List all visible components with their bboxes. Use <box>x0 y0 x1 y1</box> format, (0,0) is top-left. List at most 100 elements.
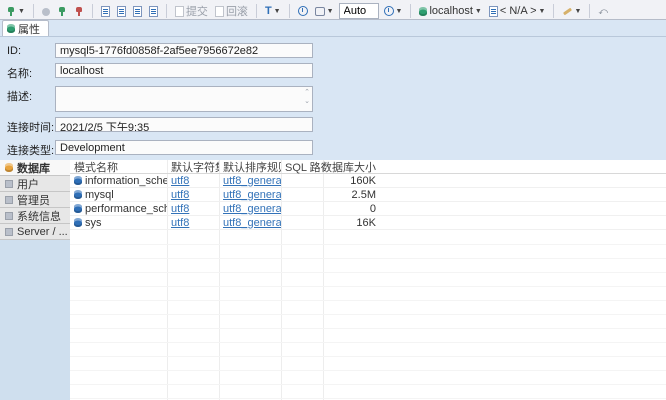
charset-link[interactable]: utf8 <box>171 189 189 201</box>
editor-body: 属性 ID: mysql5-1776fd0858f-2af5ee7956672e… <box>0 19 666 400</box>
toolbar-separator <box>92 4 93 18</box>
form-row-description: 描述: ⌃ ⌄ <box>7 86 666 112</box>
sync-button[interactable] <box>296 5 310 17</box>
schema-icon <box>74 218 82 227</box>
column-db-size[interactable]: 数据库大小 <box>323 160 380 174</box>
chevron-down-icon[interactable]: ▼ <box>327 8 334 15</box>
recent-sql-button[interactable] <box>147 5 160 18</box>
grid-row-sys[interactable]: sys utf8 utf8_general_ 16K <box>70 216 666 230</box>
schema-name: performance_schema <box>85 203 167 215</box>
sql-path-cell <box>281 216 323 230</box>
form-row-name: 名称: localhost <box>7 63 666 81</box>
scroll-up-icon[interactable]: ⌃ <box>304 88 310 97</box>
category-label: 用户 <box>17 176 39 192</box>
column-sql-path[interactable]: SQL 路径 <box>281 160 323 174</box>
rollback-icon <box>215 6 224 17</box>
editor-subtabs: 属性 <box>0 20 666 37</box>
users-icon <box>5 180 13 188</box>
chevron-down-icon[interactable]: ▼ <box>274 8 281 15</box>
sql-path-cell <box>281 188 323 202</box>
sysinfo-icon <box>5 212 13 220</box>
open-sql-script-button[interactable] <box>131 5 144 18</box>
grid-row-performance-schema[interactable]: performance_schema utf8 utf8_general_ 0 <box>70 202 666 216</box>
scroll-down-icon[interactable]: ⌄ <box>304 97 310 106</box>
network-button[interactable]: ▼ <box>313 6 336 17</box>
db-size-cell: 16K <box>323 216 380 230</box>
connect-button[interactable] <box>55 5 69 18</box>
timer-button[interactable]: ▼ <box>382 5 405 17</box>
auto-commit-input[interactable] <box>344 5 374 17</box>
scroll-arrows[interactable]: ⌃ ⌄ <box>304 88 310 106</box>
category-databases[interactable]: 数据库 <box>0 160 70 176</box>
collation-link[interactable]: utf8_general_ <box>223 175 281 187</box>
clock-icon <box>298 6 308 16</box>
commit-label: 提交 <box>186 3 208 19</box>
category-sidebar: 数据库 用户 管理员 系统信息 <box>0 160 70 400</box>
tab-properties[interactable]: 属性 <box>2 20 49 36</box>
column-default-collation[interactable]: 默认排序规则 <box>219 160 281 174</box>
schema-icon <box>489 6 498 17</box>
chevron-down-icon[interactable]: ▼ <box>18 8 25 15</box>
description-label: 描述: <box>7 86 55 104</box>
disconnect-button[interactable] <box>72 5 86 18</box>
toolbar-separator <box>256 4 257 18</box>
category-label: 系统信息 <box>17 208 61 224</box>
toolbar-separator <box>166 4 167 18</box>
new-connection-button[interactable]: ▼ <box>4 5 27 18</box>
pin-connection-button[interactable] <box>40 6 52 16</box>
connect-time-label: 连接时间: <box>7 117 55 135</box>
toolbar-separator <box>553 4 554 18</box>
category-sidebar-fill <box>0 240 70 400</box>
chevron-down-icon[interactable]: ▼ <box>475 8 482 15</box>
rollback-button[interactable]: 回滚 <box>213 2 250 20</box>
timer-icon <box>384 6 394 16</box>
chevron-down-icon[interactable]: ▼ <box>574 8 581 15</box>
column-schema-name[interactable]: 模式名称 <box>70 160 167 174</box>
databases-grid: 模式名称 默认字符集 默认排序规则 SQL 路径 数据库大小 informati… <box>70 160 666 400</box>
category-admins[interactable]: 管理员 <box>0 192 70 208</box>
sql-editor-icon <box>101 6 110 17</box>
dbeaver-window: ▼ 提交 回滚 T ▼ <box>0 0 666 400</box>
column-default-charset[interactable]: 默认字符集 <box>167 160 219 174</box>
connect-time-field[interactable]: 2021/2/5 下午9:35 <box>55 117 313 132</box>
connect-type-label: 连接类型: <box>7 140 55 158</box>
category-server[interactable]: Server / ... <box>0 224 70 240</box>
transaction-mode-button[interactable]: T ▼ <box>263 4 283 18</box>
undo-navigation-button[interactable]: ⤺ <box>596 6 610 17</box>
toolbar-separator <box>410 4 411 18</box>
schema-icon <box>74 190 82 199</box>
edit-button[interactable]: ▼ <box>560 5 583 17</box>
category-sysinfo[interactable]: 系统信息 <box>0 208 70 224</box>
charset-link[interactable]: utf8 <box>171 175 189 187</box>
collation-link[interactable]: utf8_general_ <box>223 203 281 215</box>
id-field[interactable]: mysql5-1776fd0858f-2af5ee7956672e82 <box>55 43 313 58</box>
grid-row-mysql[interactable]: mysql utf8 utf8_general_ 2.5M <box>70 188 666 202</box>
db-size-cell: 2.5M <box>323 188 380 202</box>
new-sql-editor-icon <box>117 6 126 17</box>
collation-link[interactable]: utf8_general_ <box>223 217 281 229</box>
commit-button[interactable]: 提交 <box>173 2 210 20</box>
collation-link[interactable]: utf8_general_ <box>223 189 281 201</box>
name-label: 名称: <box>7 63 55 81</box>
connect-type-field[interactable]: Development <box>55 140 313 155</box>
name-field[interactable]: localhost <box>55 63 313 78</box>
chevron-down-icon[interactable]: ▼ <box>396 8 403 15</box>
active-schema-combo[interactable]: < N/A > ▼ <box>487 4 548 18</box>
back-arrow-icon: ⤺ <box>598 7 608 16</box>
active-connection-combo[interactable]: localhost ▼ <box>417 4 483 18</box>
database-icon <box>5 163 13 172</box>
chevron-down-icon[interactable]: ▼ <box>539 8 546 15</box>
sql-editor-button[interactable] <box>99 5 112 18</box>
charset-link[interactable]: utf8 <box>171 217 189 229</box>
category-users[interactable]: 用户 <box>0 176 70 192</box>
db-size-cell: 160K <box>323 174 380 188</box>
network-icon <box>315 7 325 16</box>
grid-row-information-schema[interactable]: information_schema utf8 utf8_general_ 16… <box>70 174 666 188</box>
description-field[interactable]: ⌃ ⌄ <box>55 86 313 112</box>
form-row-connect-time: 连接时间: 2021/2/5 下午9:35 <box>7 117 666 135</box>
charset-link[interactable]: utf8 <box>171 203 189 215</box>
recent-sql-icon <box>149 6 158 17</box>
new-sql-editor-button[interactable] <box>115 5 128 18</box>
auto-commit-combo[interactable] <box>339 3 379 19</box>
toolbar-separator <box>289 4 290 18</box>
